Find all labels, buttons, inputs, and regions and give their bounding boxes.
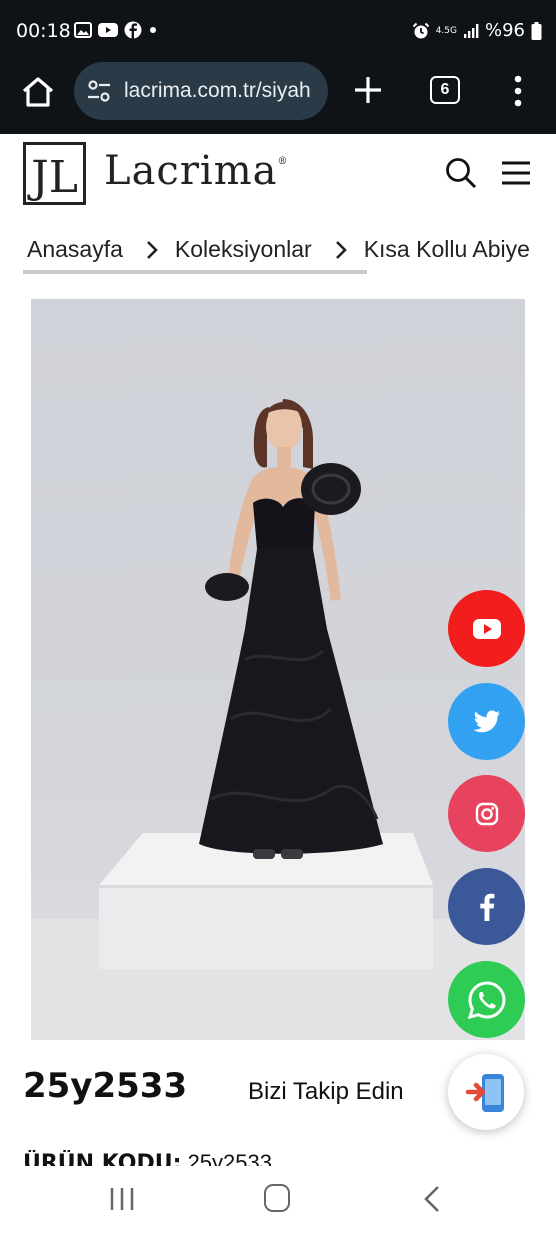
chevron-right-icon	[146, 240, 158, 259]
product-photo	[31, 399, 525, 1040]
status-bar: 00:18 4.5G %96	[0, 0, 556, 62]
network-type: 4.5G	[435, 25, 457, 36]
logo-mark-text: JL	[27, 152, 78, 203]
hamburger-menu-button[interactable]	[500, 160, 532, 186]
product-code-label: ÜRÜN KODU:	[23, 1151, 182, 1166]
chevron-right-icon	[335, 240, 347, 259]
breadcrumb-item-category[interactable]: Kısa Kollu Abiye	[364, 236, 530, 263]
instagram-icon	[475, 802, 498, 825]
site-header: JL Lacrima®	[0, 134, 556, 218]
status-system-icons: 4.5G %96	[412, 20, 542, 41]
facebook-button[interactable]	[448, 868, 525, 945]
facebook-icon	[124, 21, 142, 39]
browser-home-button[interactable]	[18, 72, 58, 112]
tab-count: 6	[440, 81, 450, 98]
brand-name: Lacrima	[104, 148, 278, 194]
product-code: ÜRÜN KODU: 25y2533	[23, 1150, 272, 1166]
browser-menu-button[interactable]	[508, 74, 528, 108]
new-tab-button[interactable]	[350, 72, 386, 108]
battery-percent: %96	[484, 20, 525, 41]
signal-icon	[463, 23, 479, 38]
whatsapp-button[interactable]	[448, 961, 525, 1038]
logo-mark[interactable]: JL	[23, 142, 86, 205]
gallery-icon	[74, 22, 92, 38]
brand-logo[interactable]: Lacrima®	[104, 148, 289, 194]
follow-us-label: Bizi Takip Edin	[248, 1078, 404, 1105]
product-image[interactable]	[31, 299, 525, 1040]
status-notification-icons	[74, 21, 158, 39]
home-button[interactable]	[264, 1184, 290, 1212]
dot-icon	[150, 27, 156, 33]
tab-switcher-button[interactable]: 6	[430, 76, 460, 104]
youtube-icon	[98, 23, 118, 37]
breadcrumb-item-collections[interactable]: Koleksiyonlar	[175, 236, 312, 263]
twitter-button[interactable]	[448, 683, 525, 760]
url-bar[interactable]: lacrima.com.tr/siyah	[74, 62, 328, 120]
url-text: lacrima.com.tr/siyah	[124, 79, 311, 102]
youtube-button[interactable]	[448, 590, 525, 667]
battery-icon	[531, 21, 542, 40]
browser-toolbar: lacrima.com.tr/siyah 6	[0, 62, 556, 134]
system-navigation-bar	[0, 1166, 556, 1235]
follow-us-button[interactable]	[448, 1054, 524, 1130]
brand-registered-mark: ®	[277, 156, 289, 167]
twitter-icon	[473, 710, 500, 732]
instagram-button[interactable]	[448, 775, 525, 852]
facebook-icon	[479, 893, 494, 921]
youtube-icon	[472, 618, 501, 639]
recent-apps-button[interactable]	[108, 1186, 136, 1212]
share-device-icon	[465, 1074, 504, 1112]
search-button[interactable]	[444, 156, 478, 190]
back-button[interactable]	[422, 1184, 442, 1214]
breadcrumb-scrollbar[interactable]	[23, 270, 367, 274]
breadcrumb: Anasayfa Koleksiyonlar Kısa Kollu Abiye	[0, 222, 556, 278]
breadcrumb-item-home[interactable]: Anasayfa	[27, 236, 123, 263]
product-code-value: 25y2533	[187, 1150, 272, 1166]
alarm-icon	[412, 22, 429, 38]
status-time: 00:18	[16, 20, 71, 42]
site-settings-icon[interactable]	[86, 78, 112, 104]
whatsapp-icon	[467, 980, 506, 1019]
product-title: 25y2533	[23, 1066, 188, 1106]
breadcrumb-items: Anasayfa Koleksiyonlar Kısa Kollu Abiye	[27, 236, 530, 263]
